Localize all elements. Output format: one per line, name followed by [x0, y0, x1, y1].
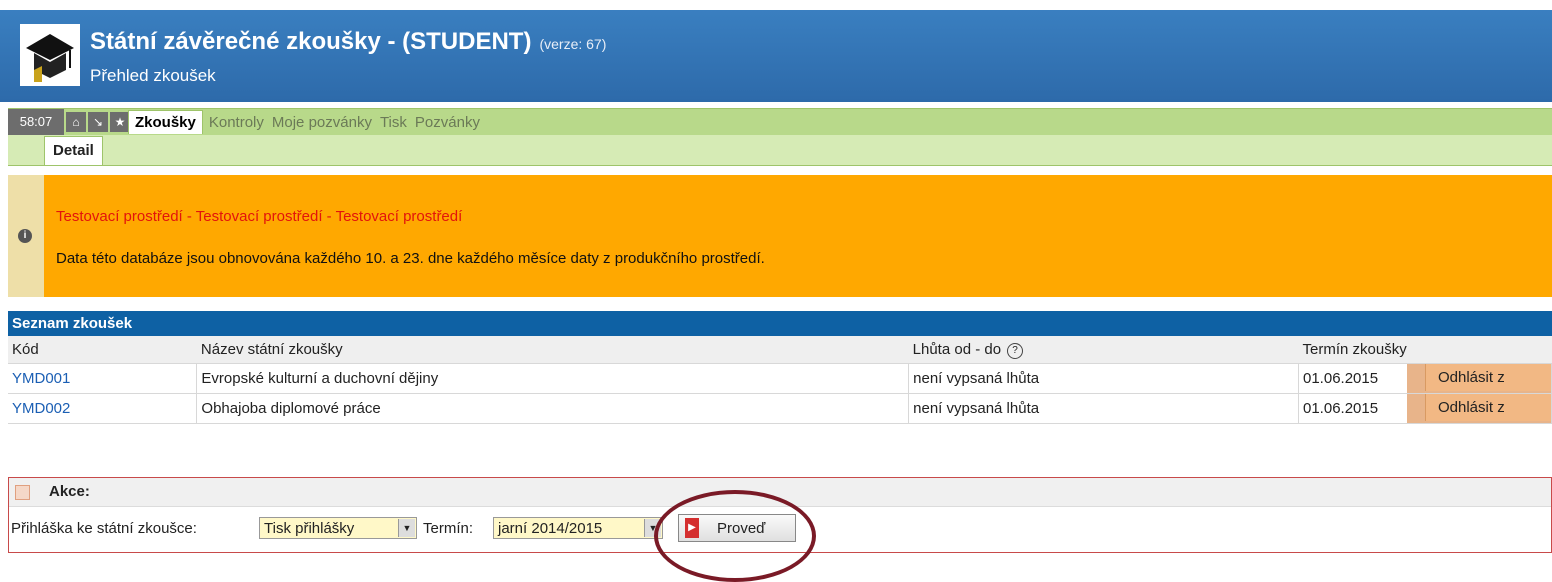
app-header: Státní závěrečné zkoušky - (STUDENT) (ver… — [0, 10, 1552, 102]
chevron-down-icon: ▼ — [644, 519, 661, 537]
column-header-period-label: Lhůta od - do — [912, 340, 1002, 358]
nav-tabs: Zkoušky Kontroly Moje pozvánky Tisk Pozv… — [128, 109, 488, 135]
application-select[interactable]: Tisk přihlášky ▼ — [259, 517, 417, 539]
app-title-text: Státní závěrečné zkoušky - (STUDENT) — [90, 28, 532, 55]
term-select[interactable]: jarní 2014/2015 ▼ — [493, 517, 663, 539]
exam-table: Kód Název státní zkoušky Lhůta od - do? … — [8, 336, 1552, 424]
unregister-button[interactable]: Odhlásit z — [1425, 394, 1551, 421]
collapse-icon[interactable] — [15, 485, 30, 500]
column-header-name: Název státní zkoušky — [196, 336, 909, 364]
actions-header: Akce: — [9, 478, 1551, 507]
submit-button-label: Proveď — [717, 520, 766, 537]
column-header-period: Lhůta od - do? — [908, 336, 1299, 364]
tab-kontroly[interactable]: Kontroly — [209, 114, 264, 131]
help-icon[interactable]: ? — [1007, 342, 1024, 359]
tab-pozvanky[interactable]: Pozvánky — [415, 114, 480, 131]
session-timer: 58:07 — [8, 109, 64, 135]
exam-code-link[interactable]: YMD001 — [8, 363, 198, 394]
exam-period: není vypsaná lhůta — [908, 363, 1299, 394]
exit-icon[interactable]: ↘ — [88, 112, 108, 132]
tab-moje-pozvanky[interactable]: Moje pozvánky — [272, 114, 372, 131]
term-label: Termín: — [423, 520, 474, 537]
exam-name: Evropské kulturní a duchovní dějiny — [196, 363, 910, 394]
tab-tisk[interactable]: Tisk — [380, 114, 407, 131]
tab-detail[interactable]: Detail — [44, 136, 103, 165]
exam-date-cell: 01.06.2015 Odhlásit z — [1298, 363, 1552, 394]
actions-row: Přihláška ke státní zkoušce: Tisk přihlá… — [9, 507, 1551, 553]
exam-name: Obhajoba diplomové práce — [196, 393, 910, 424]
term-select-value: jarní 2014/2015 — [498, 520, 603, 537]
exam-date-cell: 01.06.2015 Odhlásit z — [1298, 393, 1552, 424]
chevron-down-icon: ▼ — [398, 519, 415, 537]
sub-navbar: Detail — [8, 135, 1552, 166]
actions-title: Akce: — [49, 483, 90, 500]
page-subtitle: Přehled zkoušek — [90, 66, 216, 85]
exam-date: 01.06.2015 — [1303, 400, 1379, 417]
application-select-value: Tisk přihlášky — [264, 520, 355, 537]
graduation-cap-icon — [20, 24, 80, 86]
unregister-button[interactable]: Odhlásit z — [1425, 364, 1551, 391]
star-icon[interactable]: ★ — [110, 112, 130, 132]
column-header-date: Termín zkoušky — [1298, 336, 1552, 364]
table-header-row: Kód Název státní zkoušky Lhůta od - do? … — [8, 336, 1552, 364]
info-text: Data této databáze jsou obnovována každé… — [56, 250, 765, 267]
table-row: YMD001 Evropské kulturní a duchovní ději… — [8, 363, 1552, 394]
table-row: YMD002 Obhajoba diplomové práce není vyp… — [8, 393, 1552, 424]
main-navbar: 58:07 ⌂ ↘ ★ Zkoušky Kontroly Moje pozván… — [8, 108, 1552, 136]
submit-button[interactable]: ▶ Proveď — [678, 514, 796, 542]
exam-date: 01.06.2015 — [1303, 370, 1379, 387]
home-icon[interactable]: ⌂ — [66, 112, 86, 132]
info-icon: i — [18, 229, 32, 243]
column-header-code: Kód — [8, 336, 197, 364]
info-gutter: i — [8, 175, 44, 297]
info-title: Testovací prostředí - Testovací prostřed… — [56, 208, 463, 225]
exam-period: není vypsaná lhůta — [908, 393, 1299, 424]
tab-zkousky[interactable]: Zkoušky — [128, 110, 203, 134]
info-box: i Testovací prostředí - Testovací prostř… — [8, 175, 1552, 297]
actions-panel: Akce: Přihláška ke státní zkoušce: Tisk … — [8, 477, 1552, 553]
app-title: Státní závěrečné zkoušky - (STUDENT) (ver… — [90, 28, 606, 56]
exam-code-link[interactable]: YMD002 — [8, 393, 198, 424]
application-label: Přihláška ke státní zkoušce: — [11, 520, 197, 537]
exam-list-header: Seznam zkoušek — [8, 311, 1552, 336]
play-icon: ▶ — [685, 518, 699, 538]
app-version: (verze: 67) — [539, 36, 607, 52]
